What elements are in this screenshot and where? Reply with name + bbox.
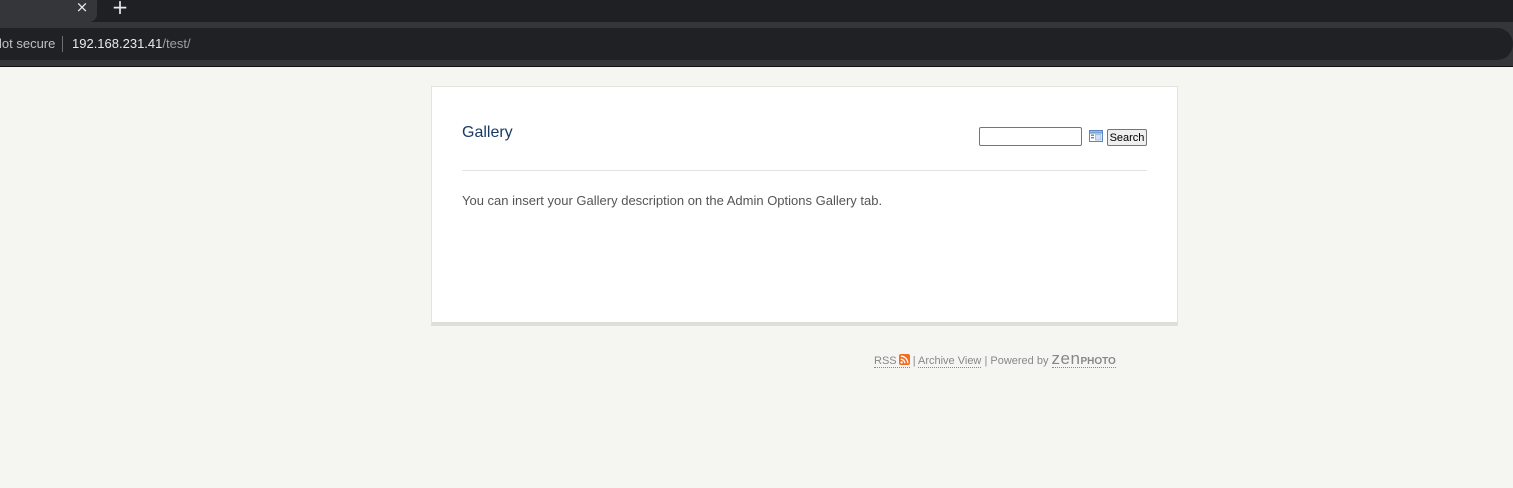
footer-separator: | bbox=[912, 355, 916, 367]
browser-tab-strip: × + bbox=[0, 0, 1513, 22]
rss-link[interactable]: RSS bbox=[874, 354, 910, 368]
zenphoto-logo-zen: zen bbox=[1051, 349, 1081, 368]
url-text[interactable]: 192.168.231.41/test/ bbox=[72, 36, 191, 51]
page-body: Gallery Search You can insert your Galle… bbox=[0, 67, 1513, 488]
search-options-icon[interactable] bbox=[1089, 130, 1103, 142]
page-title[interactable]: Gallery bbox=[462, 124, 513, 142]
header-divider bbox=[462, 170, 1147, 171]
url-host: 192.168.231.41 bbox=[72, 36, 163, 51]
footer-separator: | bbox=[984, 355, 988, 367]
close-icon[interactable]: × bbox=[75, 0, 89, 16]
address-divider bbox=[62, 36, 63, 52]
footer-credit: RSS | Archive View | Powered by zenPHOTO bbox=[874, 349, 1116, 369]
gallery-description: You can insert your Gallery description … bbox=[462, 193, 883, 208]
search-button[interactable]: Search bbox=[1107, 129, 1147, 146]
zenphoto-logo-link[interactable]: zenPHOTO bbox=[1051, 349, 1116, 368]
powered-by-label: Powered by bbox=[990, 355, 1049, 367]
browser-tab[interactable]: × bbox=[0, 0, 97, 22]
address-bar[interactable] bbox=[0, 28, 1513, 60]
gallery-container: Gallery Search You can insert your Galle… bbox=[431, 86, 1178, 326]
search-input[interactable] bbox=[979, 127, 1082, 146]
rss-label: RSS bbox=[874, 355, 897, 367]
zenphoto-logo-photo: PHOTO bbox=[1080, 356, 1116, 367]
plus-icon[interactable]: + bbox=[111, 0, 129, 17]
browser-toolbar: lot secure 192.168.231.41/test/ bbox=[0, 22, 1513, 67]
rss-icon bbox=[898, 354, 910, 365]
url-path: /test/ bbox=[162, 36, 191, 51]
security-indicator[interactable]: lot secure bbox=[0, 36, 55, 51]
archive-view-link[interactable]: Archive View bbox=[918, 355, 982, 368]
